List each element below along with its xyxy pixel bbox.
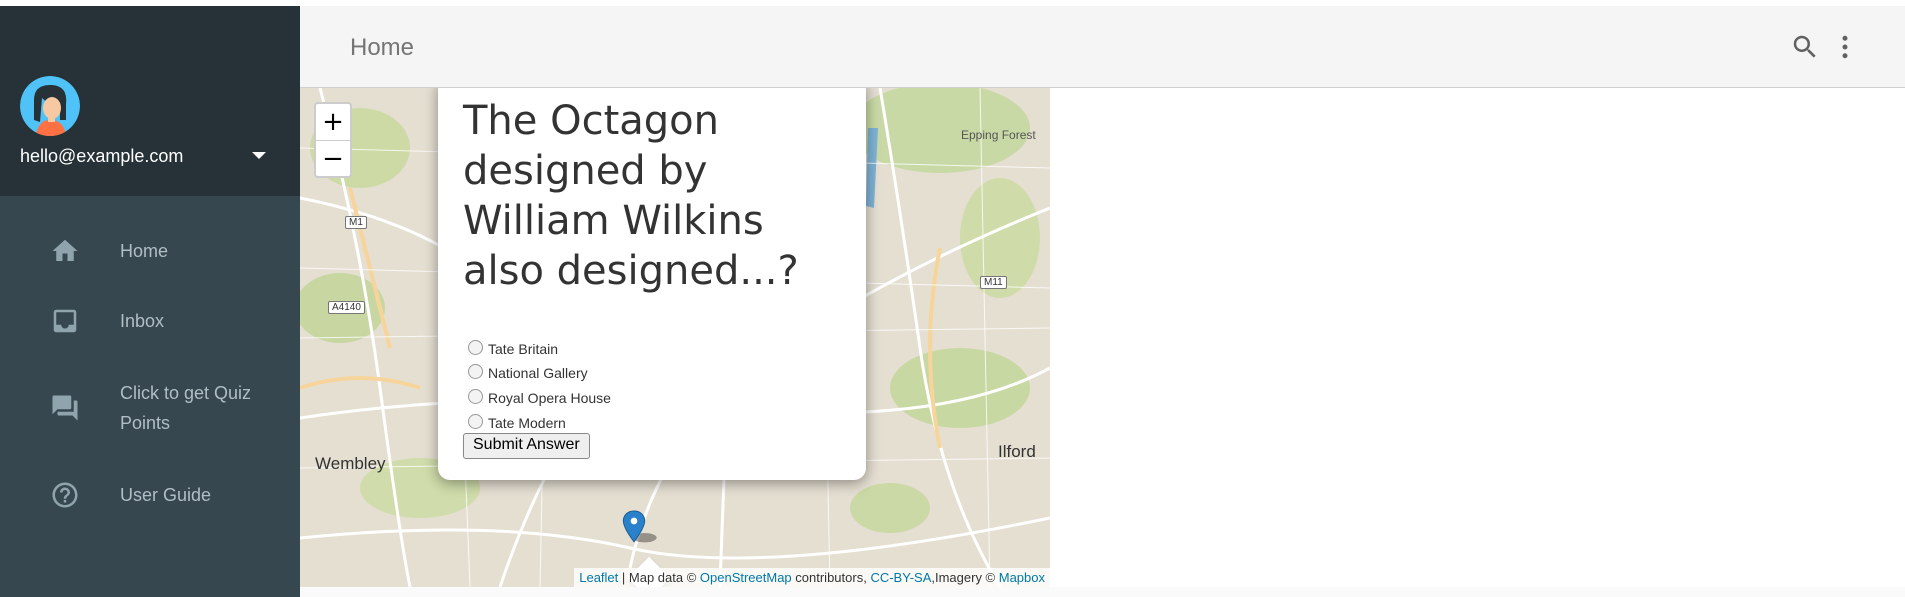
zoom-out-button[interactable]: −: [316, 141, 350, 177]
answer-option[interactable]: National Gallery: [468, 364, 588, 381]
radio-button[interactable]: [468, 340, 483, 355]
sidebar-item-inbox[interactable]: Inbox: [0, 301, 300, 341]
option-label: National Gallery: [488, 365, 588, 381]
openstreetmap-link[interactable]: OpenStreetMap: [700, 570, 792, 585]
option-label: Royal Opera House: [488, 390, 611, 406]
avatar[interactable]: [20, 76, 80, 136]
app-header: Home: [300, 6, 1905, 88]
home-icon: [52, 239, 78, 261]
radio-button[interactable]: [468, 414, 483, 429]
sidebar-item-label: Home: [120, 241, 169, 261]
option-label: Tate Modern: [488, 415, 566, 431]
road-badge-a4140: A4140: [328, 301, 365, 314]
sidebar-item-home[interactable]: Home: [0, 231, 300, 271]
road-badge-m1: M1: [345, 216, 367, 229]
map-label-ilford: Ilford: [998, 442, 1036, 461]
attribution-text: contributors,: [791, 570, 871, 585]
map-label-epping-forest: Epping Forest: [961, 128, 1036, 142]
road-badge-m11: M11: [980, 276, 1007, 289]
answer-option[interactable]: Tate Britain: [468, 340, 558, 357]
sidebar-item-quiz[interactable]: Click to get Quiz Points: [0, 376, 300, 440]
more-vert-icon[interactable]: [1830, 32, 1860, 62]
option-label: Tate Britain: [488, 341, 559, 357]
leaflet-link[interactable]: Leaflet: [579, 570, 618, 585]
radio-button[interactable]: [468, 364, 483, 379]
map-marker-icon[interactable]: [622, 498, 662, 556]
chat-icon: [52, 395, 78, 421]
zoom-in-button[interactable]: +: [316, 104, 350, 140]
quiz-question: The Octagon designed by William Wilkins …: [463, 98, 799, 294]
submit-answer-button[interactable]: Submit Answer: [463, 433, 590, 459]
radio-button[interactable]: [468, 389, 483, 404]
footer-strip: [300, 587, 1905, 597]
sidebar-item-label: User Guide: [120, 485, 212, 505]
inbox-icon: [53, 309, 77, 333]
user-email: hello@example.com: [20, 146, 184, 166]
sidebar-item-user-guide[interactable]: User Guide: [0, 475, 300, 515]
search-icon[interactable]: [1790, 32, 1820, 62]
attribution-text: ,Imagery ©: [931, 570, 999, 585]
mapbox-link[interactable]: Mapbox: [999, 570, 1045, 585]
account-dropdown-icon[interactable]: [252, 152, 266, 159]
attribution-text: | Map data ©: [618, 570, 700, 585]
quiz-popup: The Octagon designed by William Wilkins …: [438, 88, 866, 480]
cc-by-sa-link[interactable]: CC-BY-SA: [870, 570, 931, 585]
map-view[interactable]: Epping Forest Wembley Ilford M1 M11 A414…: [300, 88, 1050, 587]
sidebar-item-label: Click to get Quiz Points: [120, 383, 252, 433]
zoom-control: + −: [314, 102, 352, 178]
help-icon: [52, 482, 78, 508]
map-label-wembley: Wembley: [315, 454, 386, 473]
page-title: Home: [350, 34, 415, 61]
answer-option[interactable]: Royal Opera House: [468, 389, 611, 406]
profile-panel: hello@example.com: [0, 6, 300, 196]
map-attribution: Leaflet | Map data © OpenStreetMap contr…: [574, 568, 1050, 587]
answer-option[interactable]: Tate Modern: [468, 414, 566, 431]
sidebar-item-label: Inbox: [120, 311, 165, 331]
sidebar: hello@example.com Home Inbox Click to ge…: [0, 6, 300, 597]
